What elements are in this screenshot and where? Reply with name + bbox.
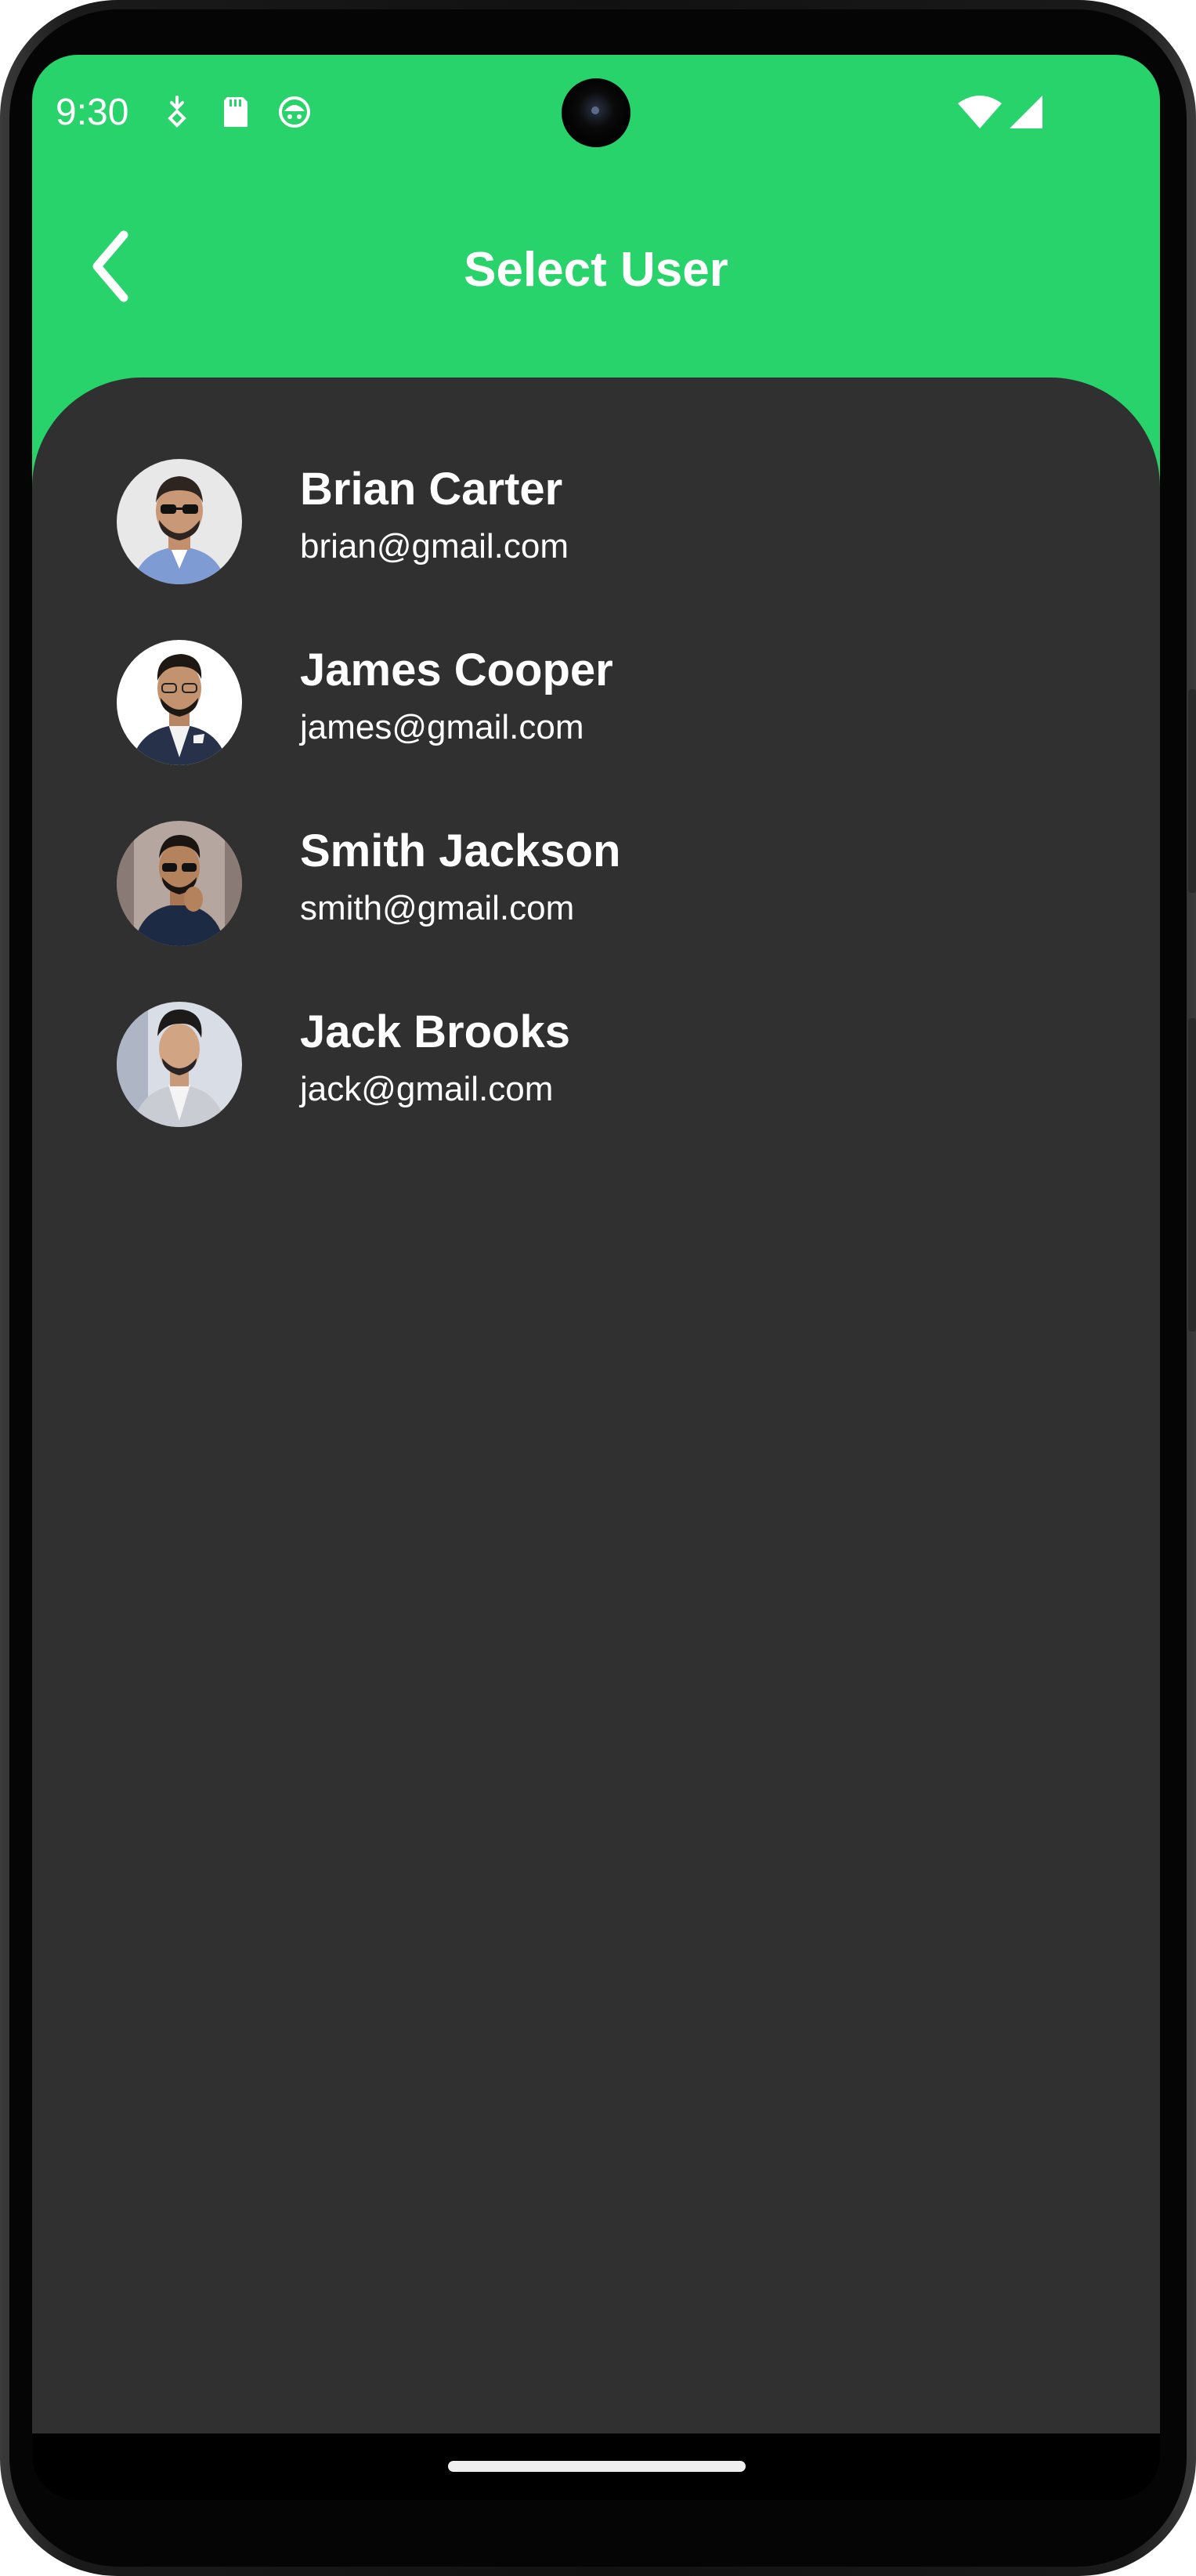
notification-icon (157, 92, 197, 132)
user-email: brian@gmail.com (300, 527, 569, 565)
user-name: James Cooper (300, 645, 613, 695)
user-email: jack@gmail.com (300, 1070, 554, 1108)
user-list: Brian Carter brian@gmail.com James Coope… (32, 448, 1160, 1172)
app-bar: Select User (32, 211, 1160, 329)
home-indicator[interactable] (448, 2461, 746, 2472)
list-item[interactable]: Jack Brooks jack@gmail.com (32, 991, 1160, 1172)
screen: 9:30 Select User Brian Carter brian@gmai… (32, 55, 1160, 2500)
chevron-left-icon (83, 227, 138, 309)
avatar (117, 640, 242, 765)
list-item[interactable]: James Cooper james@gmail.com (32, 629, 1160, 810)
power-button (1188, 1018, 1196, 1331)
navigation-bar (32, 2433, 1160, 2500)
avatar (117, 1002, 242, 1127)
page-title: Select User (464, 243, 728, 297)
phone-frame: 9:30 Select User Brian Carter brian@gmai… (0, 0, 1196, 2576)
sd-card-icon (216, 92, 255, 132)
android-icon (275, 92, 314, 132)
avatar (117, 459, 242, 584)
user-email: smith@gmail.com (300, 889, 575, 927)
list-item[interactable]: Smith Jackson smith@gmail.com (32, 810, 1160, 991)
status-bar: 9:30 (32, 55, 1160, 172)
user-list-panel: Brian Carter brian@gmail.com James Coope… (32, 378, 1160, 2449)
list-item[interactable]: Brian Carter brian@gmail.com (32, 448, 1160, 629)
user-email: james@gmail.com (300, 708, 584, 746)
status-time: 9:30 (56, 92, 129, 133)
volume-button (1188, 689, 1196, 893)
user-name: Brian Carter (300, 464, 563, 515)
back-button[interactable] (63, 221, 157, 315)
front-camera (562, 78, 631, 147)
user-name: Smith Jackson (300, 826, 621, 876)
wifi-icon (956, 92, 1003, 132)
signal-icon (1006, 92, 1046, 132)
avatar (117, 821, 242, 946)
user-name: Jack Brooks (300, 1006, 570, 1057)
